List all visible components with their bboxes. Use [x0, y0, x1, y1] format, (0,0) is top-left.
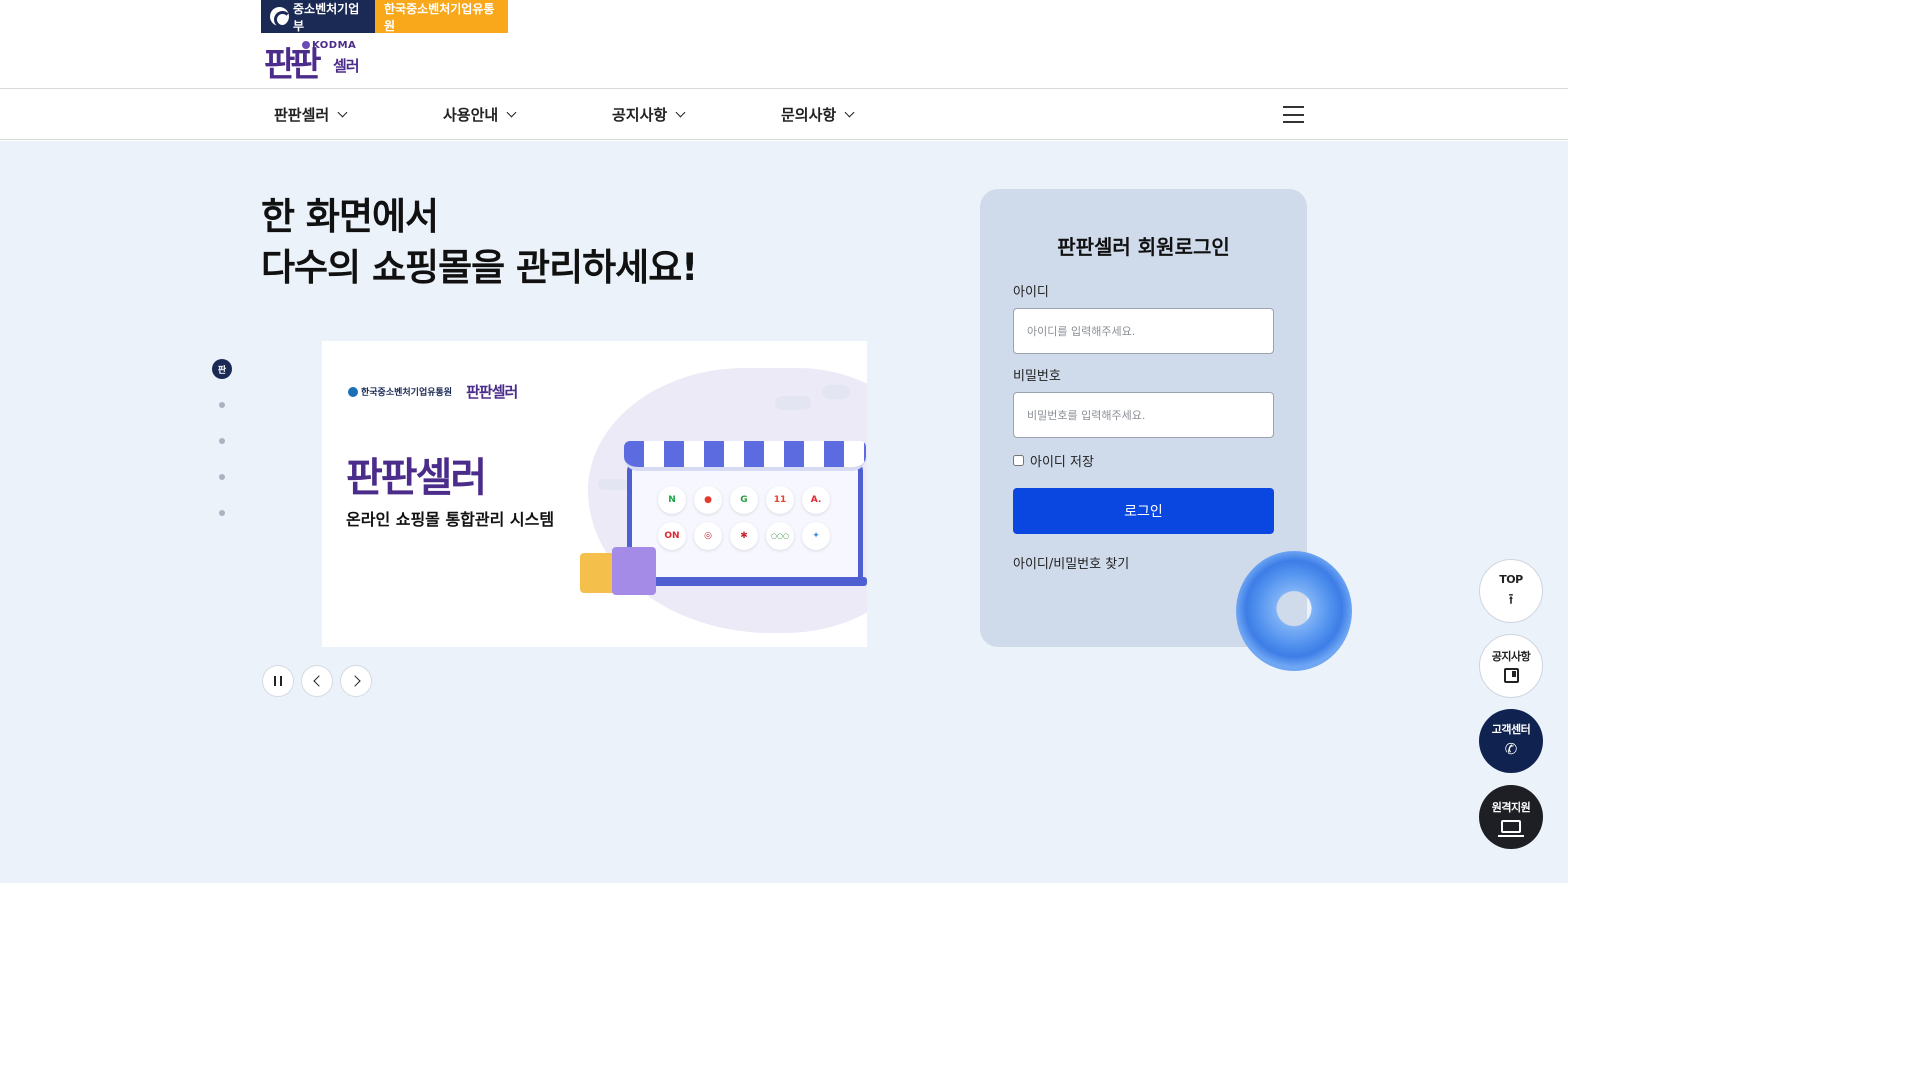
remote-support-label: 원격지원	[1491, 801, 1531, 814]
save-id-option[interactable]: 아이디 저장	[1013, 451, 1094, 470]
shop-awning	[624, 441, 866, 471]
agency-link[interactable]: 한국중소벤처기업유통원	[375, 0, 508, 33]
remote-support-button[interactable]: 원격지원	[1479, 785, 1543, 849]
banner-agency-logo: 한국중소벤처기업유통원	[348, 385, 452, 398]
mall-icon: ✱	[730, 522, 758, 550]
chevron-down-icon	[506, 107, 517, 117]
shop-base	[622, 577, 867, 586]
11st-icon: 11	[766, 486, 794, 514]
hero-title: 한 화면에서 다수의 쇼핑몰을 관리하세요!	[261, 191, 698, 293]
notice-icon	[1503, 667, 1519, 683]
chevron-right-icon	[348, 675, 361, 687]
ministry-label: 중소벤처기업부	[293, 1, 360, 33]
slide-dot-1[interactable]: 판	[212, 359, 232, 379]
find-account-link[interactable]: 아이디/비밀번호 찾기	[1013, 553, 1129, 572]
nav-item-label: 공지사항	[612, 105, 668, 124]
gift-icon	[580, 553, 616, 593]
sparkle-icon: ✦	[802, 522, 830, 550]
agency-label: 한국중소벤처기업유통원	[384, 1, 495, 33]
login-title: 판판셀러 회원로그인	[1057, 235, 1230, 259]
customer-center-button[interactable]: 고객센터 ✆	[1479, 709, 1543, 773]
banner-slide[interactable]: 한국중소벤처기업유통원 판판셀러 판판셀러 온라인 쇼핑몰 통합관리 시스템 N…	[322, 341, 867, 647]
chevron-down-icon	[337, 107, 348, 117]
password-label: 비밀번호	[1013, 369, 1061, 384]
password-input[interactable]	[1013, 392, 1274, 438]
main-section: 한 화면에서 다수의 쇼핑몰을 관리하세요! 판 한국중소벤처기업유통원 판판셀…	[0, 141, 1568, 883]
chevron-down-icon	[844, 107, 855, 117]
slider-next-button[interactable]	[340, 665, 372, 697]
nav-item-label: 문의사항	[781, 105, 837, 124]
g-icon: G	[730, 486, 758, 514]
nav-item-inquiry[interactable]: 문의사항	[781, 89, 855, 139]
donut-decoration	[1236, 551, 1352, 671]
cloud-icon	[822, 385, 850, 399]
arrow-up-icon: ⭱	[1508, 590, 1514, 608]
auction-icon: A.	[802, 486, 830, 514]
chevron-down-icon	[675, 107, 686, 117]
homeplus-icon: ◎	[694, 522, 722, 550]
cloud-icon	[598, 479, 628, 490]
menu-icon[interactable]	[1283, 106, 1304, 123]
slider-pause-button[interactable]	[262, 665, 294, 697]
quick-notice-label: 공지사항	[1491, 649, 1531, 663]
site-logo[interactable]: KODMA 판판 셀러	[262, 38, 362, 88]
nav-item-guide[interactable]: 사용안내	[443, 89, 517, 139]
gmarket-icon: ●	[694, 486, 722, 514]
slider-prev-button[interactable]	[301, 665, 333, 697]
laptop-icon	[1498, 820, 1524, 837]
nav-item-label: 판판셀러	[274, 105, 330, 124]
hero-title-line1: 한 화면에서	[261, 195, 439, 238]
cloud-icon	[775, 396, 811, 410]
banner-subtitle: 온라인 쇼핑몰 통합관리 시스템	[346, 510, 555, 529]
customer-center-label: 고객센터	[1491, 723, 1531, 736]
pause-icon	[274, 676, 282, 686]
save-id-checkbox[interactable]	[1013, 455, 1024, 466]
naver-icon: N	[658, 486, 686, 514]
logo-main-text: 판판	[264, 45, 322, 85]
slide-dot-3[interactable]	[219, 438, 225, 444]
nav-item-label: 사용안내	[443, 105, 499, 124]
id-label: 아이디	[1013, 285, 1049, 300]
nav-item-notice[interactable]: 공지사항	[612, 89, 686, 139]
government-emblem-icon	[270, 7, 291, 28]
banner-service-logo: 판판셀러	[466, 383, 518, 401]
main-nav: 판판셀러 사용안내 공지사항 문의사항	[0, 88, 1568, 140]
top-button[interactable]: TOP ⭱	[1479, 559, 1543, 623]
slide-dot-2[interactable]	[219, 402, 225, 408]
quick-notice-button[interactable]: 공지사항	[1479, 634, 1543, 698]
logo-sub-text: 셀러	[333, 57, 360, 75]
nav-item-panpan-seller[interactable]: 판판셀러	[274, 89, 348, 139]
top-label: TOP	[1499, 573, 1523, 586]
slide-dot-4[interactable]	[219, 474, 225, 480]
ministry-link[interactable]: 중소벤처기업부	[261, 0, 375, 33]
slide-dot-5[interactable]	[219, 510, 225, 516]
login-button[interactable]: 로그인	[1013, 488, 1274, 534]
gov-links: 중소벤처기업부 한국중소벤처기업유통원	[261, 0, 508, 33]
gift-icon	[612, 547, 656, 595]
phone-icon: ✆	[1504, 740, 1518, 758]
mall-icon: ○○○	[766, 522, 794, 550]
lotte-on-icon: ON	[658, 522, 686, 550]
id-input[interactable]	[1013, 308, 1274, 354]
shop-mall-icons: N ● G 11 A. ON ◎ ✱ ○○○ ✦	[658, 486, 830, 550]
chevron-left-icon	[312, 675, 325, 687]
save-id-label: 아이디 저장	[1030, 455, 1094, 470]
banner-title: 판판셀러	[346, 455, 487, 501]
hero-title-line2: 다수의 쇼핑몰을 관리하세요!	[261, 246, 698, 289]
banner-logos: 한국중소벤처기업유통원 판판셀러	[348, 381, 518, 402]
